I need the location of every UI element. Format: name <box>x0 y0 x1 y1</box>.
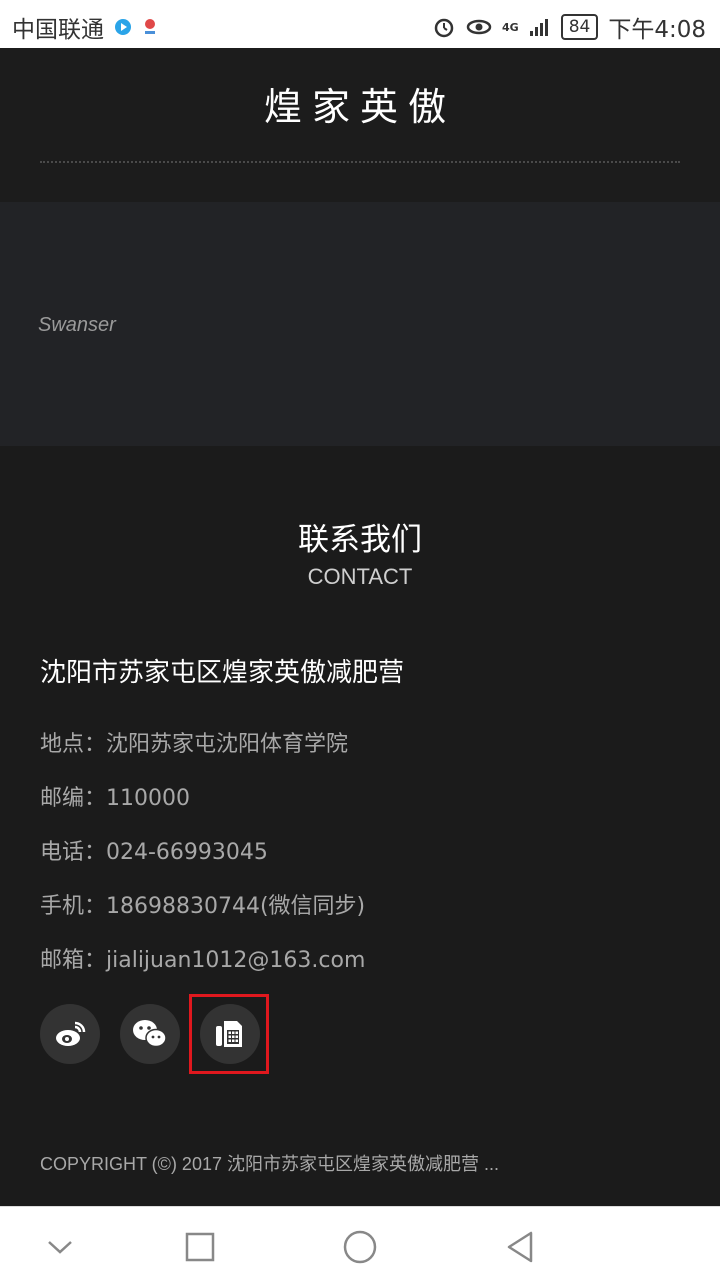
weibo-icon <box>56 1021 86 1046</box>
status-bar: 中国联通 4G 84 下午4:08 <box>0 0 720 48</box>
phone-text[interactable]: 电话：024-66993045 <box>40 834 268 866</box>
eye-comfort-icon <box>466 19 492 35</box>
site-header: 煌家英傲 <box>0 48 720 202</box>
weibo-button[interactable] <box>40 1004 100 1064</box>
wechat-icon <box>133 1020 167 1048</box>
home-icon <box>343 1230 377 1264</box>
time-label: 下午4:08 <box>608 17 706 43</box>
location-notification-icon <box>145 19 155 34</box>
recent-apps-icon <box>185 1232 215 1262</box>
header-divider <box>40 161 680 163</box>
play-notification-icon <box>115 19 131 35</box>
phone-button[interactable] <box>189 994 269 1074</box>
nav-back-button[interactable] <box>500 1227 540 1267</box>
postcode-text: 邮编：110000 <box>40 786 190 811</box>
battery-indicator: 84 <box>560 14 599 40</box>
address-text: 地点：沈阳苏家屯沈阳体育学院 <box>40 732 349 757</box>
alarm-icon <box>434 18 454 38</box>
network-type-label: 4G <box>502 20 519 34</box>
wechat-button[interactable] <box>120 1004 180 1064</box>
brand-logo: Swanser <box>38 314 116 336</box>
nav-collapse-button[interactable] <box>40 1227 80 1267</box>
banner: Swanser <box>0 202 720 446</box>
copyright-text: COPYRIGHT (©) 2017 沈阳市苏家屯区煌家英傲减肥营 ... <box>40 1154 499 1174</box>
back-icon <box>507 1231 533 1263</box>
company-name: 沈阳市苏家屯区煌家英傲减肥营 <box>40 658 405 688</box>
nav-recents-button[interactable] <box>180 1227 220 1267</box>
signal-icon <box>529 19 548 36</box>
site-title[interactable]: 煌家英傲 <box>0 76 720 131</box>
contact-section: 联系我们 CONTACT 沈阳市苏家屯区煌家英傲减肥营 地点：沈阳苏家屯沈阳体育… <box>0 446 720 1206</box>
mobile-text[interactable]: 手机：18698830744(微信同步) <box>40 888 365 920</box>
social-links <box>40 994 269 1074</box>
nav-home-button[interactable] <box>340 1227 380 1267</box>
email-text[interactable]: 邮箱：jialijuan1012@163.com <box>40 942 365 974</box>
phone-icon <box>216 1021 242 1047</box>
contact-subtitle: CONTACT <box>307 564 413 589</box>
system-nav-bar <box>0 1206 720 1281</box>
back-chevron-icon <box>48 1241 72 1254</box>
carrier-label: 中国联通 <box>12 17 104 43</box>
contact-title: 联系我们 <box>298 522 422 558</box>
